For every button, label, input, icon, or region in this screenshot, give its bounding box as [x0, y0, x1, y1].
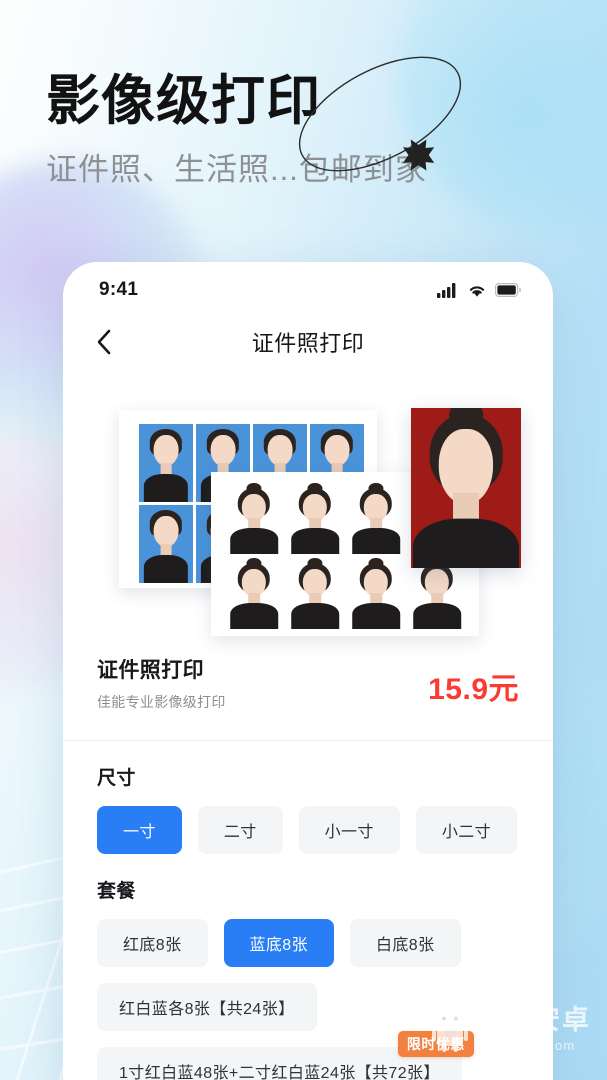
product-name: 证件照打印: [97, 659, 204, 682]
id-photo-cell: [286, 482, 344, 554]
package-chip-group: 红底8张 蓝底8张 白底8张 红白蓝各8张【共24张】 1寸红白蓝48张+二寸红…: [97, 919, 519, 1080]
id-photo-cell: [225, 482, 283, 554]
size-option-1cun[interactable]: 一寸: [97, 806, 182, 854]
limited-offer-badge: 限时优惠: [397, 1031, 474, 1057]
status-bar-icons: [437, 282, 521, 298]
red-background-portrait: [411, 408, 521, 568]
page-title: 影像级打印: [46, 71, 321, 131]
back-button[interactable]: [89, 327, 119, 357]
id-photo-cell: [347, 482, 405, 554]
hero-block: 影像级打印 证件照、生活照...包邮到家: [46, 72, 566, 189]
id-photo-cell: [347, 557, 405, 629]
page-subtitle: 证件照、生活照...包邮到家: [46, 152, 427, 188]
package-section: 套餐 红底8张 蓝底8张 白底8张 红白蓝各8张【共24张】 1寸红白蓝48张+…: [63, 854, 553, 1080]
product-price: 15.9元: [428, 673, 519, 706]
size-section: 尺寸 一寸 二寸 小一寸 小二寸: [63, 741, 553, 854]
package-option-white-8[interactable]: 白底8张: [350, 919, 461, 967]
id-photo-cell: [139, 505, 193, 583]
size-option-2cun[interactable]: 二寸: [197, 806, 283, 854]
status-bar-time: 9:41: [99, 279, 139, 300]
phone-mockup: 9:41 证件照打印 证件照打印 佳能专业影像级打印 15.9元 尺寸 一寸 二…: [63, 262, 553, 1080]
package-option-mixed-72-wrapper: 1寸红白蓝48张+二寸红白蓝24张【共72张】 限时优惠: [97, 1031, 474, 1080]
product-description: 佳能专业影像级打印: [97, 694, 226, 710]
id-photo-cell: [286, 557, 344, 629]
package-option-mixed-24[interactable]: 红白蓝各8张【共24张】: [97, 983, 317, 1031]
package-section-title: 套餐: [97, 881, 136, 902]
battery-full-icon: [495, 283, 521, 297]
product-gallery[interactable]: [63, 398, 553, 638]
status-bar: 9:41: [63, 262, 553, 314]
id-photo-cell: [139, 424, 193, 502]
package-option-blue-8[interactable]: 蓝底8张: [223, 919, 334, 967]
wifi-icon: [469, 285, 485, 297]
signal-bars-icon: [437, 282, 456, 298]
size-option-small-1cun[interactable]: 小一寸: [298, 806, 400, 854]
package-option-red-8[interactable]: 红底8张: [97, 919, 208, 967]
size-option-small-2cun[interactable]: 小二寸: [415, 806, 518, 854]
page-root: 影像级打印 证件照、生活照...包邮到家 9:41 证件照打印 证件照打印 佳能…: [0, 0, 607, 1080]
nav-title: 证件照打印: [251, 331, 365, 356]
nav-bar: 证件照打印: [63, 314, 553, 370]
id-photo-cell: [225, 557, 283, 629]
size-chip-group: 一寸 二寸 小一寸 小二寸: [97, 806, 519, 854]
size-section-title: 尺寸: [97, 768, 136, 789]
chevron-left-icon: [97, 329, 111, 355]
product-info: 证件照打印 佳能专业影像级打印 15.9元: [63, 638, 553, 712]
